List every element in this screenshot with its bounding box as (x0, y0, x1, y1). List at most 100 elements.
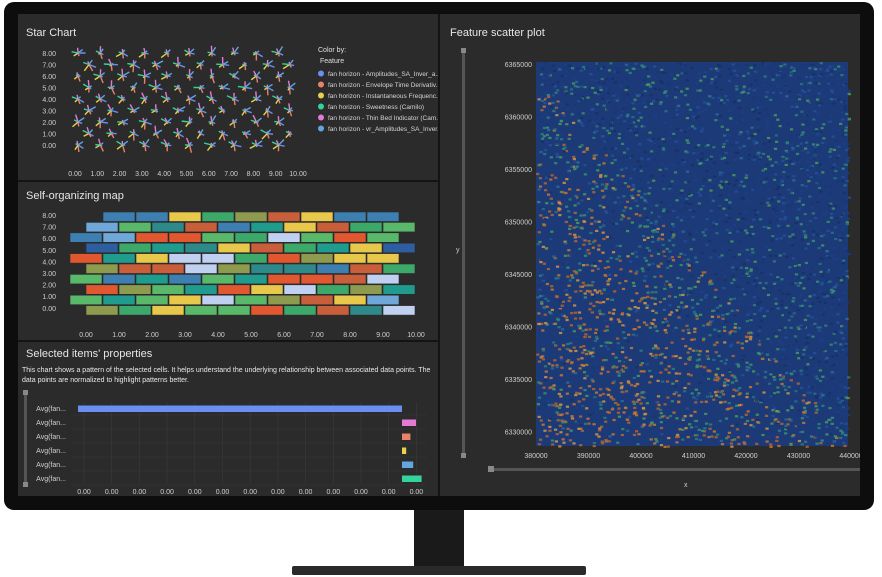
som-cell[interactable] (300, 253, 334, 264)
som-cell[interactable] (366, 253, 400, 264)
star-glyph[interactable] (263, 105, 273, 118)
som-cell[interactable] (85, 263, 119, 274)
star-glyph[interactable] (218, 130, 229, 141)
som-cell[interactable] (69, 274, 103, 285)
som-cell[interactable] (201, 294, 235, 305)
som-cell[interactable] (151, 284, 185, 295)
som-cell[interactable] (349, 263, 383, 274)
som-cell[interactable] (333, 274, 367, 285)
star-glyph[interactable] (73, 72, 81, 82)
star-glyph[interactable] (127, 60, 141, 73)
star-glyph[interactable] (287, 80, 296, 95)
som-cell[interactable] (382, 305, 416, 316)
som-cell[interactable] (250, 242, 284, 254)
som-cell[interactable] (135, 232, 169, 243)
star-glyph[interactable] (107, 80, 116, 95)
som-cell[interactable] (366, 232, 400, 243)
som-cell[interactable] (217, 284, 251, 295)
som-cell[interactable] (300, 232, 334, 243)
som-cell[interactable] (184, 242, 218, 254)
legend-item-label[interactable]: fan horizon - Sweetness (Camilo) (328, 104, 424, 111)
star-glyph[interactable] (128, 129, 139, 141)
som-cell[interactable] (168, 253, 202, 264)
star-glyph[interactable] (249, 139, 263, 149)
som-cell[interactable] (118, 284, 152, 295)
star-glyph[interactable] (226, 92, 240, 106)
som-cell[interactable] (250, 284, 284, 295)
star-glyph[interactable] (238, 61, 248, 71)
som-cell[interactable] (333, 211, 367, 222)
star-glyph[interactable] (181, 116, 193, 128)
star-glyph[interactable] (160, 71, 173, 80)
star-glyph[interactable] (228, 70, 240, 80)
som-cell[interactable] (135, 294, 169, 305)
som-cell[interactable] (135, 211, 169, 222)
star-glyph[interactable] (116, 68, 130, 81)
som-cell[interactable] (234, 232, 268, 243)
som-cell[interactable] (366, 274, 400, 285)
star-glyph[interactable] (152, 125, 163, 139)
star-glyph[interactable] (207, 45, 217, 57)
som-cell[interactable] (201, 274, 235, 285)
star-glyph[interactable] (218, 105, 226, 114)
star-glyph[interactable] (74, 140, 84, 153)
som-cell[interactable] (267, 274, 301, 285)
som-cell[interactable] (283, 263, 317, 274)
star-glyph[interactable] (274, 116, 285, 127)
star-glyph[interactable] (216, 56, 230, 68)
star-glyph[interactable] (218, 83, 231, 90)
properties-scrollbar[interactable] (24, 392, 27, 484)
star-glyph[interactable] (95, 138, 105, 152)
star-glyph[interactable] (203, 142, 217, 151)
som-cell[interactable] (151, 242, 185, 254)
star-glyph[interactable] (172, 106, 186, 115)
som-cell[interactable] (102, 232, 136, 243)
som-cell[interactable] (349, 305, 383, 316)
star-glyph[interactable] (282, 59, 295, 70)
star-glyph[interactable] (130, 82, 138, 93)
star-glyph[interactable] (263, 83, 274, 96)
star-glyph[interactable] (241, 106, 252, 116)
star-glyph[interactable] (252, 50, 264, 61)
star-glyph[interactable] (285, 130, 293, 139)
star-glyph[interactable] (117, 94, 126, 104)
star-glyph[interactable] (283, 103, 294, 117)
som-cell[interactable] (102, 211, 136, 222)
som-cell[interactable] (217, 263, 251, 274)
som-cell[interactable] (85, 242, 119, 254)
star-glyph[interactable] (230, 46, 239, 56)
som-cell[interactable] (366, 294, 400, 305)
star-glyph[interactable] (208, 115, 217, 126)
star-glyph[interactable] (186, 69, 195, 81)
star-glyph[interactable] (185, 94, 197, 105)
som-cell[interactable] (151, 222, 185, 233)
star-glyph[interactable] (160, 117, 173, 126)
scrollbar-handle-top[interactable] (23, 390, 28, 395)
som-cell[interactable] (184, 263, 218, 274)
som-cell[interactable] (69, 253, 103, 264)
som-cell[interactable] (333, 232, 367, 243)
star-glyph[interactable] (115, 48, 129, 59)
legend-item-label[interactable]: fan horizon - Envelope Time Derivativ... (328, 82, 438, 89)
star-glyph[interactable] (95, 117, 109, 129)
star-glyph[interactable] (106, 104, 119, 117)
star-glyph[interactable] (173, 127, 184, 140)
star-glyph[interactable] (116, 140, 129, 153)
star-glyph[interactable] (271, 139, 285, 152)
star-glyph[interactable] (93, 69, 106, 84)
star-glyph[interactable] (196, 129, 205, 139)
som-cell[interactable] (201, 253, 235, 264)
som-cell[interactable] (201, 232, 235, 243)
star-glyph[interactable] (250, 91, 262, 103)
star-glyph[interactable] (196, 102, 207, 118)
som-cell[interactable] (382, 242, 416, 254)
star-glyph[interactable] (151, 60, 164, 71)
legend-item-label[interactable]: fan horizon - vr_Amplitudes_SA_Inver... (328, 126, 438, 133)
som-cell[interactable] (382, 284, 416, 295)
star-glyph[interactable] (82, 80, 93, 93)
som-cell[interactable] (118, 263, 152, 274)
som-cell[interactable] (316, 263, 350, 274)
star-glyph[interactable] (172, 56, 186, 68)
som-cell[interactable] (283, 242, 317, 254)
som-cell[interactable] (201, 211, 235, 222)
